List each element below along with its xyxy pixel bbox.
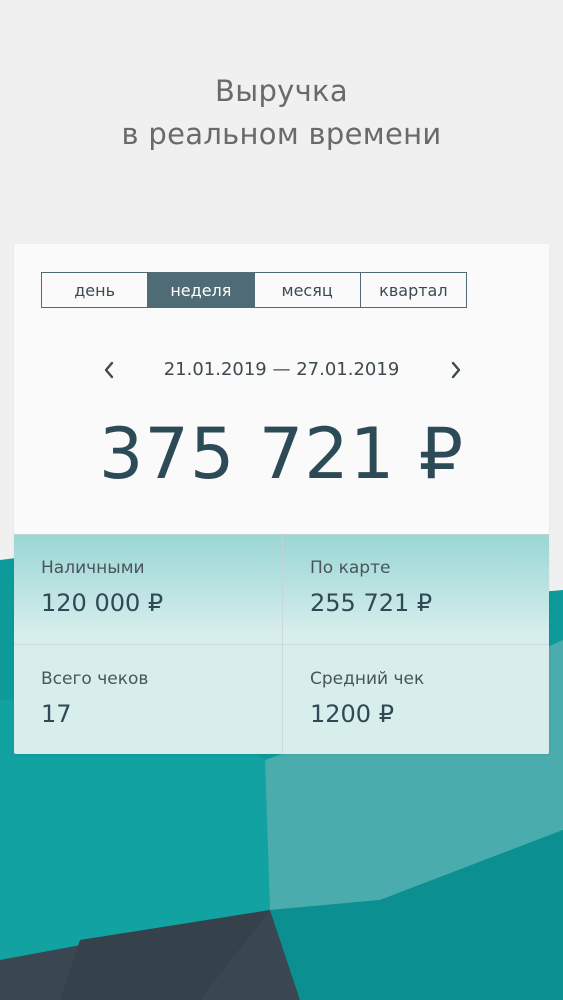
stat-cash-label: Наличными (41, 558, 145, 578)
period-selector: день неделя месяц квартал (41, 272, 467, 308)
stat-receipts-label: Всего чеков (41, 669, 149, 689)
tab-month[interactable]: месяц (255, 273, 361, 307)
stat-cash-value: 120 000 ₽ (41, 589, 164, 617)
stat-cash: Наличными 120 000 ₽ (41, 556, 271, 620)
chevron-left-icon (104, 361, 114, 379)
revenue-card: день неделя месяц квартал 21.01.2019 — 2… (14, 244, 549, 754)
tab-week[interactable]: неделя (148, 273, 255, 307)
tab-day[interactable]: день (42, 273, 149, 307)
tab-quarter[interactable]: квартал (361, 273, 466, 307)
headline-line-1: Выручка (215, 74, 348, 108)
stat-average: Средний чек 1200 ₽ (310, 667, 540, 731)
chevron-right-icon (451, 361, 461, 379)
date-navigator: 21.01.2019 — 27.01.2019 (14, 352, 549, 388)
total-revenue: 375 721 ₽ (98, 413, 465, 495)
card-stats: Наличными 120 000 ₽ По карте 255 721 ₽ В… (14, 534, 549, 754)
next-period-button[interactable] (438, 352, 474, 388)
stats-divider-vertical (282, 534, 283, 754)
stat-card-label: По карте (310, 558, 391, 578)
stat-card: По карте 255 721 ₽ (310, 556, 540, 620)
stat-average-label: Средний чек (310, 669, 425, 689)
prev-period-button[interactable] (91, 352, 127, 388)
headline: Выручка в реальном времени (0, 70, 563, 156)
stat-receipts: Всего чеков 17 (41, 667, 271, 731)
headline-line-2: в реальном времени (121, 117, 442, 151)
stat-receipts-value: 17 (41, 700, 72, 728)
stat-average-value: 1200 ₽ (310, 700, 394, 728)
stat-card-value: 255 721 ₽ (310, 589, 433, 617)
card-summary: день неделя месяц квартал 21.01.2019 — 2… (14, 244, 549, 534)
